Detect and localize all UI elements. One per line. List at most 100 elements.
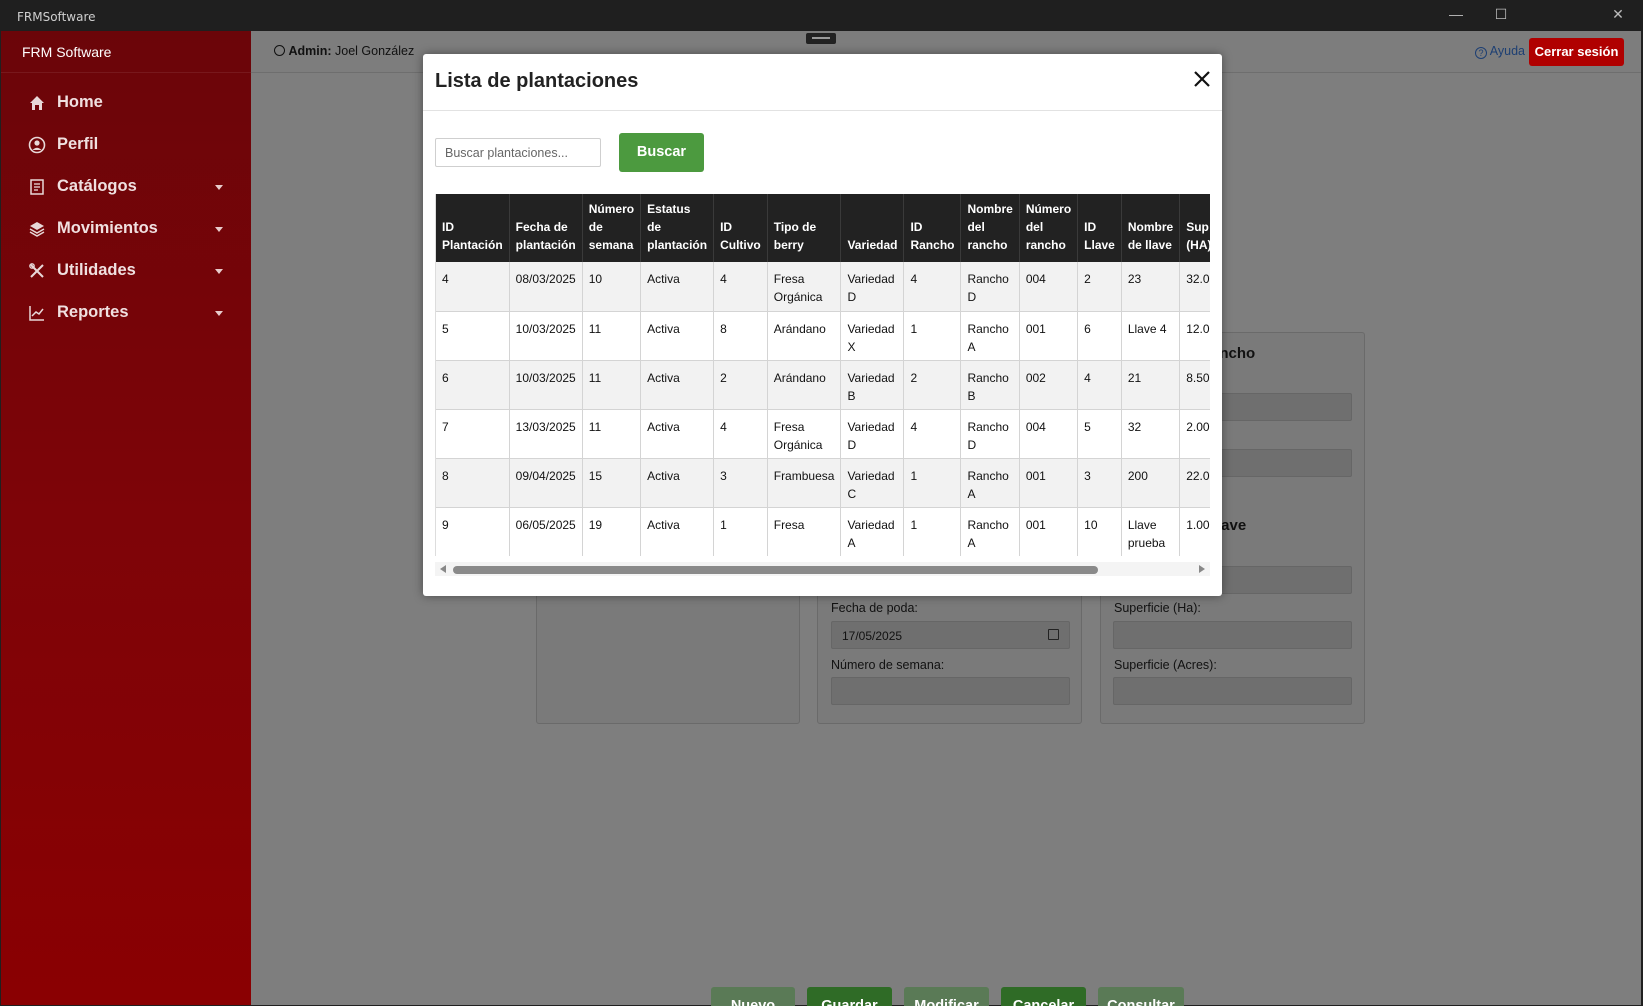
table-cell: Rancho A xyxy=(960,311,1020,361)
table-cell: 2 xyxy=(1077,262,1122,312)
table-cell: 004 xyxy=(1019,262,1079,312)
column-header: Número de semana xyxy=(582,194,642,262)
table-cell: Variedad D xyxy=(840,262,905,312)
table-cell: 10/03/2025 xyxy=(509,360,583,410)
table-cell: Activa xyxy=(640,409,715,459)
superficie-ha-field[interactable] xyxy=(1113,621,1352,649)
fecha-poda-field[interactable]: 17/05/2025 xyxy=(831,621,1070,649)
table-cell: 004 xyxy=(1019,409,1079,459)
search-input[interactable] xyxy=(435,138,601,167)
user-icon xyxy=(274,45,285,56)
nuevo-button[interactable]: Nuevo xyxy=(711,987,795,1006)
sidebar-item-reportes[interactable]: Reportes xyxy=(1,294,251,332)
fecha-poda-label: Fecha de poda: xyxy=(831,601,918,615)
modal-title: Lista de plantaciones xyxy=(435,70,639,92)
plantaciones-modal: Lista de plantaciones Buscar ID Plantaci… xyxy=(423,54,1222,596)
sidebar-item-home[interactable]: Home xyxy=(1,84,251,122)
column-header: Fecha de plantación xyxy=(509,194,583,262)
table-cell: Arándano xyxy=(767,360,842,410)
table-cell: Activa xyxy=(640,262,715,312)
window-title: FRMSoftware xyxy=(17,10,96,24)
chevron-down-icon xyxy=(215,311,223,316)
scrollbar-thumb[interactable] xyxy=(453,566,1098,574)
admin-label: Admin: xyxy=(288,44,332,58)
table-cell: Rancho A xyxy=(960,507,1020,556)
table-row[interactable]: 6 10/03/2025 11 Activa 2 Arándano Variedad B2R… xyxy=(436,360,1210,410)
column-header: Número del rancho xyxy=(1019,194,1079,262)
brand-label: FRM Software xyxy=(1,31,251,73)
table-cell: 19 xyxy=(582,507,642,556)
modal-header: Lista de plantaciones xyxy=(423,54,1222,111)
table-cell: 1 xyxy=(903,311,962,361)
table-cell: 15 xyxy=(582,458,642,508)
table-row[interactable]: 4 08/03/2025 10 Activa 4 Fresa Orgánica Varied… xyxy=(436,262,1210,312)
table-row[interactable]: 5 10/03/2025 11 Activa 8 Arándano Variedad X1R… xyxy=(436,311,1210,361)
table-cell: 09/04/2025 xyxy=(509,458,583,508)
table-cell: 08/03/2025 xyxy=(509,262,583,312)
column-header: ID Plantación xyxy=(436,194,510,262)
plantaciones-table: ID Plantación Fecha de plantación Número d… xyxy=(436,194,1210,556)
admin-name: Joel González xyxy=(335,44,415,58)
superficie-acres-label: Superficie (Acres): xyxy=(1114,658,1217,672)
table-cell: Fresa Orgánica xyxy=(767,409,842,459)
sidebar-item-utilidades[interactable]: Utilidades xyxy=(1,252,251,290)
minimize-button[interactable]: — xyxy=(1436,6,1476,26)
table-cell: Activa xyxy=(640,311,715,361)
table-cell: Llave prueba xyxy=(1121,507,1181,556)
sidebar-item-perfil[interactable]: Perfil xyxy=(1,126,251,164)
sidebar-item-label: Home xyxy=(57,93,103,111)
horizontal-scrollbar[interactable] xyxy=(435,562,1210,576)
table-cell: Rancho A xyxy=(960,458,1020,508)
table-cell: Activa xyxy=(640,507,715,556)
calendar-icon[interactable] xyxy=(1048,629,1059,640)
table-cell: 11 xyxy=(582,311,642,361)
table-cell: 3 xyxy=(1077,458,1122,508)
sidebar-item-label: Utilidades xyxy=(57,261,136,279)
window-close-button[interactable]: ✕ xyxy=(1598,6,1638,26)
chart-line-icon xyxy=(29,306,44,321)
drag-handle[interactable] xyxy=(806,33,836,44)
help-link[interactable]: ? Ayuda xyxy=(1475,44,1525,59)
sidebar-item-movimientos[interactable]: Movimientos xyxy=(1,210,251,248)
consultar-button[interactable]: Consultar xyxy=(1098,987,1184,1006)
table-cell: Activa xyxy=(640,458,715,508)
help-label: Ayuda xyxy=(1489,44,1526,58)
cancelar-button[interactable]: Cancelar xyxy=(1001,987,1086,1006)
scroll-right-icon[interactable] xyxy=(1199,565,1205,573)
table-cell: 200 xyxy=(1121,458,1181,508)
column-header: Tipo de berry xyxy=(767,194,842,262)
superficie-ha-label: Superficie (Ha): xyxy=(1114,601,1201,615)
table-cell: Frambuesa xyxy=(767,458,842,508)
table-cell: 7 xyxy=(436,409,510,459)
superficie-acres-field[interactable] xyxy=(1113,677,1352,705)
plantaciones-table-container[interactable]: ID Plantación Fecha de plantación Número d… xyxy=(435,194,1210,556)
modificar-button[interactable]: Modificar xyxy=(904,987,989,1006)
close-icon[interactable] xyxy=(1191,68,1213,90)
guardar-button[interactable]: Guardar xyxy=(807,987,892,1006)
sidebar-item-catalogos[interactable]: Catálogos xyxy=(1,168,251,206)
numero-semana-field[interactable] xyxy=(831,677,1070,705)
table-cell: 8 xyxy=(436,458,510,508)
table-cell: Variedad B xyxy=(840,360,905,410)
table-cell: Activa xyxy=(640,360,715,410)
tools-icon xyxy=(29,263,44,278)
logout-button[interactable]: Cerrar sesión xyxy=(1529,38,1624,66)
table-row[interactable]: 9 06/05/2025 19 Activa 1 Fresa Variedad A 1 Ranc… xyxy=(436,507,1210,556)
table-cell: Variedad A xyxy=(840,507,905,556)
table-row[interactable]: 7 13/03/2025 11 Activa 4 Fresa Orgánica Varied… xyxy=(436,409,1210,459)
table-cell: 6 xyxy=(1077,311,1122,361)
table-cell: 001 xyxy=(1019,507,1079,556)
table-cell: Rancho B xyxy=(960,360,1020,410)
table-row[interactable]: 8 09/04/2025 15 Activa 3 Frambuesa Variedad C1… xyxy=(436,458,1210,508)
scroll-left-icon[interactable] xyxy=(440,565,446,573)
table-cell: Rancho D xyxy=(960,262,1020,312)
column-header: Sup (HA) xyxy=(1179,194,1210,262)
layers-icon xyxy=(29,222,45,237)
table-cell: 10 xyxy=(1077,507,1122,556)
column-header: ID Cultivo xyxy=(713,194,768,262)
column-header: Variedad xyxy=(840,194,905,262)
maximize-button[interactable]: ☐ xyxy=(1481,6,1521,26)
search-button[interactable]: Buscar xyxy=(619,133,704,172)
table-cell: 10 xyxy=(582,262,642,312)
column-header: Estatus de plantación xyxy=(640,194,715,262)
